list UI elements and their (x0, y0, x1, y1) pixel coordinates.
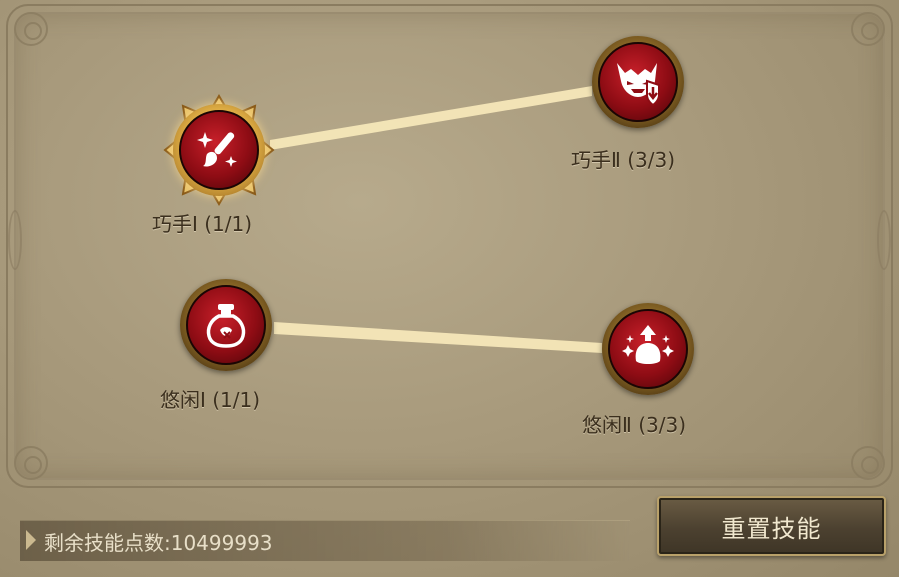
remaining-points: 剩余技能点数:10499993 (44, 531, 273, 555)
link-youxian (274, 322, 602, 353)
skill-label: 巧手Ⅱ (3/3) (571, 148, 675, 172)
ghost-arrow-icon (622, 325, 674, 364)
skill-label: 巧手Ⅰ (1/1) (152, 212, 253, 236)
skill-links (270, 86, 602, 353)
skill-label: 悠闲Ⅱ (3/3) (582, 413, 686, 437)
potion-bottle-icon (206, 304, 246, 348)
reset-skills-button[interactable]: 重置技能 (657, 496, 886, 556)
skill-node-youxian-1[interactable] (178, 277, 274, 373)
skill-node-youxian-2[interactable] (600, 301, 696, 397)
brush-sparkle-icon (197, 132, 237, 167)
skill-label: 悠闲Ⅰ (1/1) (160, 388, 261, 412)
skill-node-qiaoshou-1[interactable] (163, 94, 275, 206)
caret-icon (26, 530, 36, 550)
link-qiaoshou (270, 86, 592, 150)
demon-shield-icon (617, 63, 660, 107)
skill-node-qiaoshou-2[interactable] (590, 34, 686, 130)
